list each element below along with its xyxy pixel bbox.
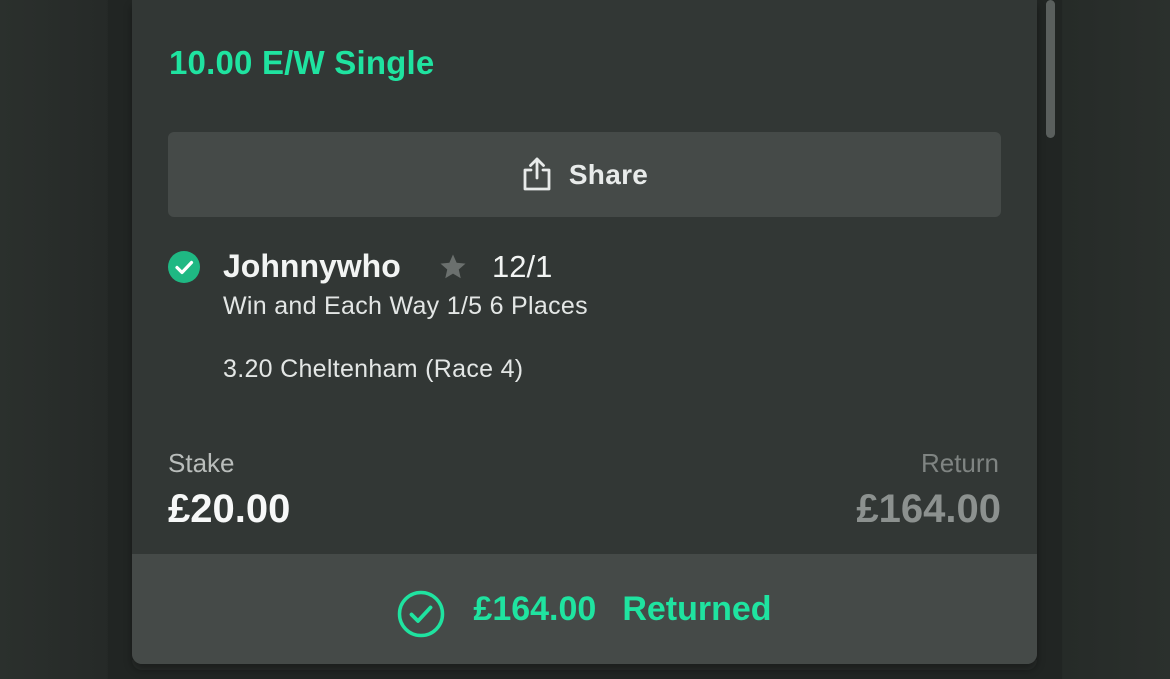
market-description: Win and Each Way 1/5 6 Places bbox=[223, 292, 588, 320]
bet-card: 10.00 E/W Single Share Johnnywho 12/1 Wi… bbox=[132, 0, 1037, 664]
returned-status-bar: £164.00 Returned bbox=[132, 554, 1037, 664]
share-icon bbox=[523, 157, 551, 190]
share-button[interactable]: Share bbox=[168, 132, 1001, 217]
event-description: 3.20 Cheltenham (Race 4) bbox=[223, 355, 524, 383]
stake-value: £20.00 bbox=[168, 487, 291, 531]
return-value: £164.00 bbox=[856, 487, 1001, 531]
scrollbar[interactable] bbox=[1046, 0, 1055, 138]
check-circle-outline-icon bbox=[398, 590, 445, 638]
bet-title: 10.00 E/W Single bbox=[169, 44, 435, 81]
star-icon[interactable] bbox=[438, 252, 468, 282]
returned-label: Returned bbox=[622, 589, 772, 628]
check-circle-icon bbox=[168, 251, 200, 283]
returned-amount: £164.00 bbox=[473, 589, 597, 628]
share-label: Share bbox=[568, 158, 649, 190]
return-label: Return bbox=[920, 448, 999, 478]
screen: 10.00 E/W Single Share Johnnywho 12/1 Wi… bbox=[0, 0, 1170, 679]
selection-odds: 12/1 bbox=[492, 249, 553, 284]
stake-label: Stake bbox=[168, 448, 235, 478]
selection-name: Johnnywho bbox=[223, 248, 401, 284]
